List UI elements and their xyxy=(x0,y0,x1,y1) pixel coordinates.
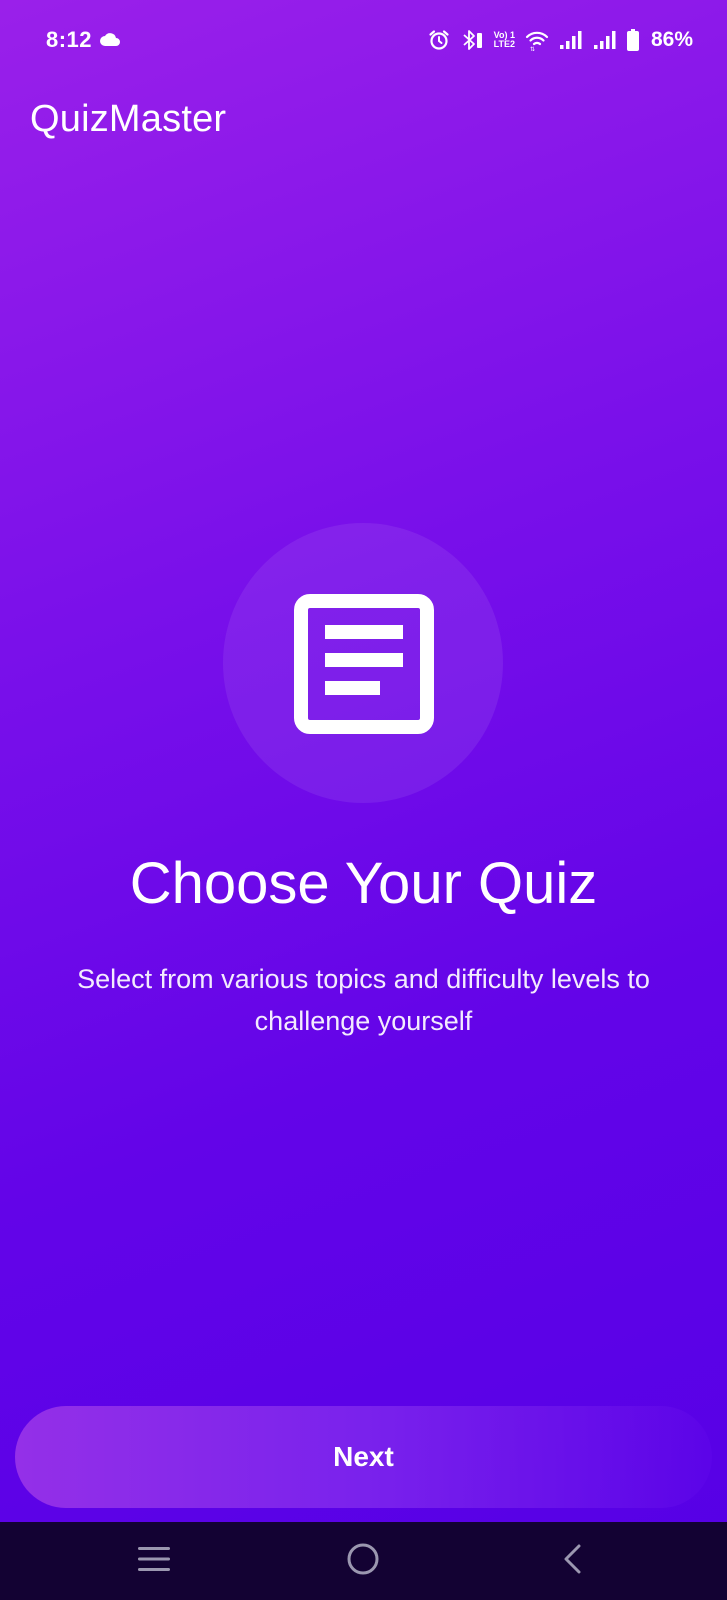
document-icon xyxy=(294,594,434,734)
back-icon xyxy=(562,1544,582,1579)
signal-icon xyxy=(593,30,617,50)
onboarding-subtitle: Select from various topics and difficult… xyxy=(77,964,650,1036)
bluetooth-icon xyxy=(460,28,484,52)
onboarding-headline: Choose Your Quiz xyxy=(129,851,598,916)
status-icons: Vo) 1 LTE2 ⇅ 86% xyxy=(428,26,693,54)
recents-icon xyxy=(138,1546,170,1577)
recents-button[interactable] xyxy=(104,1522,204,1600)
wifi-icon: ⇅ xyxy=(525,29,549,51)
app-title: QuizMaster xyxy=(30,98,227,140)
onboarding-screen: 8:12 Vo) 1 LTE2 ⇅ 86% QuizMaster Choose … xyxy=(0,0,727,1600)
home-button[interactable] xyxy=(313,1522,413,1600)
back-button[interactable] xyxy=(522,1522,622,1600)
next-button[interactable]: Next xyxy=(15,1406,712,1508)
volte-icon: Vo) 1 LTE2 xyxy=(494,31,515,49)
signal-icon xyxy=(559,30,583,50)
battery-level: 86% xyxy=(650,28,693,51)
svg-text:⇅: ⇅ xyxy=(530,46,535,51)
status-time: 8:12 xyxy=(46,27,93,52)
status-bar: 8:12 Vo) 1 LTE2 ⇅ 86% xyxy=(0,0,727,80)
next-button-label: Next xyxy=(333,1441,394,1472)
system-nav-bar xyxy=(0,1522,727,1600)
home-icon xyxy=(346,1542,380,1581)
alarm-icon xyxy=(428,29,450,51)
volte-line2: LTE2 xyxy=(493,39,515,49)
battery-icon xyxy=(626,29,639,51)
cloud-icon xyxy=(100,33,120,51)
